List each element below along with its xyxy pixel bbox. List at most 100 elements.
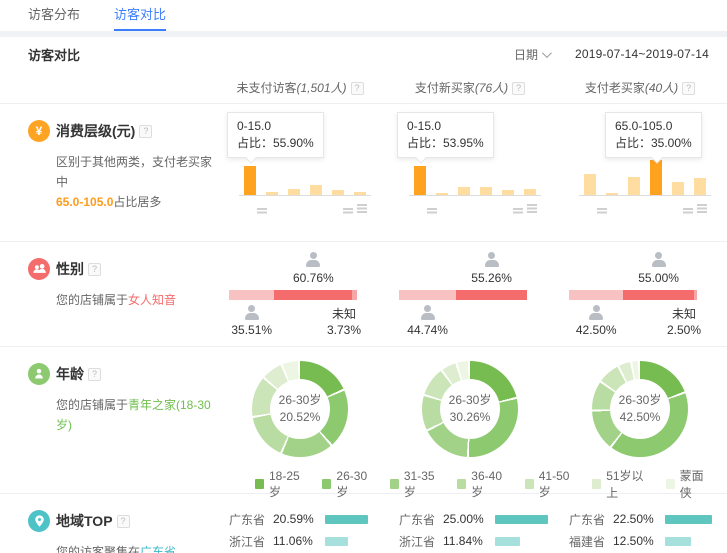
- bar[interactable]: [672, 182, 684, 195]
- bar[interactable]: [606, 193, 618, 195]
- section-description: 您的店铺属于女人知音: [56, 290, 215, 310]
- age-donut-chart[interactable]: 26-30岁30.26%: [385, 347, 555, 457]
- bar-segment[interactable]: [274, 290, 352, 300]
- bar[interactable]: [584, 174, 596, 195]
- bar-segment[interactable]: [694, 290, 697, 300]
- region-percent: 22.50%: [613, 512, 665, 526]
- bar-slot: [689, 178, 711, 195]
- bar-slot: [497, 190, 519, 195]
- help-icon[interactable]: ?: [88, 263, 101, 276]
- legend-swatch: [255, 479, 264, 489]
- tooltip-range: 0-15.0: [407, 118, 484, 135]
- bar[interactable]: [458, 187, 470, 195]
- legend-swatch: [457, 479, 466, 489]
- consumption-bar-chart[interactable]: 0-15.0占比：55.90%: [225, 110, 375, 222]
- gender-stacked-bar[interactable]: [229, 290, 357, 300]
- bar[interactable]: [628, 177, 640, 195]
- bar-slot: [579, 174, 601, 195]
- date-range-picker[interactable]: 2019-07-14~2019-07-14: [575, 47, 709, 61]
- gender-chart[interactable]: 55.00%42.50%未知2.50%: [569, 250, 697, 342]
- bar[interactable]: [354, 192, 366, 195]
- bar[interactable]: [414, 166, 426, 195]
- bar[interactable]: [332, 190, 344, 195]
- chart-tooltip: 65.0-105.0占比：35.00%: [605, 112, 702, 158]
- region-row: 广东省22.50%: [555, 508, 725, 530]
- donut-center-label: 26-30岁: [619, 392, 662, 409]
- section-region-top: 地域TOP ? 您的访客聚集在广东省 广东省20.59%浙江省11.06% 广东…: [0, 493, 727, 553]
- male-icon: [588, 305, 604, 320]
- bar[interactable]: [436, 193, 448, 195]
- region-percent: 25.00%: [443, 512, 495, 526]
- region-bar[interactable]: [325, 537, 348, 546]
- bar[interactable]: [266, 192, 278, 195]
- bar[interactable]: [310, 185, 322, 195]
- legend-swatch: [322, 479, 331, 489]
- column-header-label: 支付新买家: [415, 81, 475, 95]
- female-icon: [484, 252, 500, 267]
- age-donut-chart[interactable]: 26-30岁20.52%: [215, 347, 385, 457]
- tab-visitor-distribution[interactable]: 访客分布: [28, 0, 80, 31]
- bar[interactable]: [650, 160, 662, 195]
- bar-segment[interactable]: [569, 290, 623, 300]
- desc-text: 您的店铺属于: [56, 293, 128, 307]
- bar-segment[interactable]: [456, 290, 527, 300]
- region-bar[interactable]: [665, 515, 712, 524]
- bar-segment[interactable]: [229, 290, 274, 300]
- axis-icons: [239, 202, 371, 216]
- donut-center: 26-30岁30.26%: [440, 379, 500, 439]
- section-title: 消费层级(元): [56, 121, 135, 141]
- coin-stack-icon: [343, 208, 353, 214]
- donut-center: 26-30岁42.50%: [610, 379, 670, 439]
- column-header-repeat-buyers: 支付老买家(40人)?: [555, 79, 725, 96]
- help-icon[interactable]: ?: [351, 82, 364, 95]
- bar-segment[interactable]: [399, 290, 456, 300]
- tab-visitor-compare[interactable]: 访客对比: [114, 0, 166, 31]
- gender-chart[interactable]: 60.76%35.51%未知3.73%: [229, 250, 357, 342]
- bar[interactable]: [244, 166, 256, 195]
- region-bar[interactable]: [665, 537, 691, 546]
- yen-icon: ¥: [28, 120, 50, 142]
- bar-slot: [601, 193, 623, 195]
- desc-highlight: 广东省: [140, 545, 176, 553]
- bar[interactable]: [480, 187, 492, 195]
- gender-stacked-bar[interactable]: [399, 290, 527, 300]
- bar-plot: [239, 160, 371, 196]
- donut-ring[interactable]: 26-30岁42.50%: [592, 361, 688, 457]
- bar-slot: [475, 187, 497, 195]
- consumption-bar-chart[interactable]: 65.0-105.0占比：35.00%: [565, 110, 715, 222]
- coin-stack-icon: [357, 204, 367, 214]
- donut-ring[interactable]: 26-30岁30.26%: [422, 361, 518, 457]
- region-bar[interactable]: [495, 515, 548, 524]
- age-donut-chart[interactable]: 26-30岁42.50%: [555, 347, 725, 457]
- bar[interactable]: [524, 189, 536, 195]
- bar[interactable]: [502, 190, 514, 195]
- help-icon[interactable]: ?: [88, 368, 101, 381]
- legend-swatch: [666, 479, 675, 489]
- bar-slot: [261, 192, 283, 195]
- donut-ring[interactable]: 26-30岁20.52%: [252, 361, 348, 457]
- date-dropdown[interactable]: 日期: [514, 46, 538, 63]
- column-header-count: (76人): [475, 81, 508, 95]
- consumption-bar-chart[interactable]: 0-15.0占比：53.95%: [395, 110, 545, 222]
- bar[interactable]: [288, 189, 300, 195]
- bar-segment[interactable]: [352, 290, 357, 300]
- bar-slot: [409, 166, 431, 195]
- help-icon[interactable]: ?: [139, 125, 152, 138]
- bar[interactable]: [694, 178, 706, 195]
- bar-segment[interactable]: [623, 290, 693, 300]
- chart-tooltip: 0-15.0占比：53.95%: [397, 112, 494, 158]
- help-icon[interactable]: ?: [682, 82, 695, 95]
- legend-swatch: [525, 479, 534, 489]
- region-name: 浙江省: [399, 533, 443, 550]
- help-icon[interactable]: ?: [117, 515, 130, 528]
- chevron-down-icon[interactable]: [542, 48, 552, 58]
- tooltip-range: 0-15.0: [237, 118, 314, 135]
- gender-stacked-bar[interactable]: [569, 290, 697, 300]
- axis-icons: [579, 202, 711, 216]
- help-icon[interactable]: ?: [512, 82, 525, 95]
- region-bar[interactable]: [325, 515, 368, 524]
- gender-chart[interactable]: 55.26%44.74%: [399, 250, 527, 342]
- male-icon: [244, 305, 260, 320]
- page-title: 访客对比: [28, 45, 80, 64]
- region-bar[interactable]: [495, 537, 520, 546]
